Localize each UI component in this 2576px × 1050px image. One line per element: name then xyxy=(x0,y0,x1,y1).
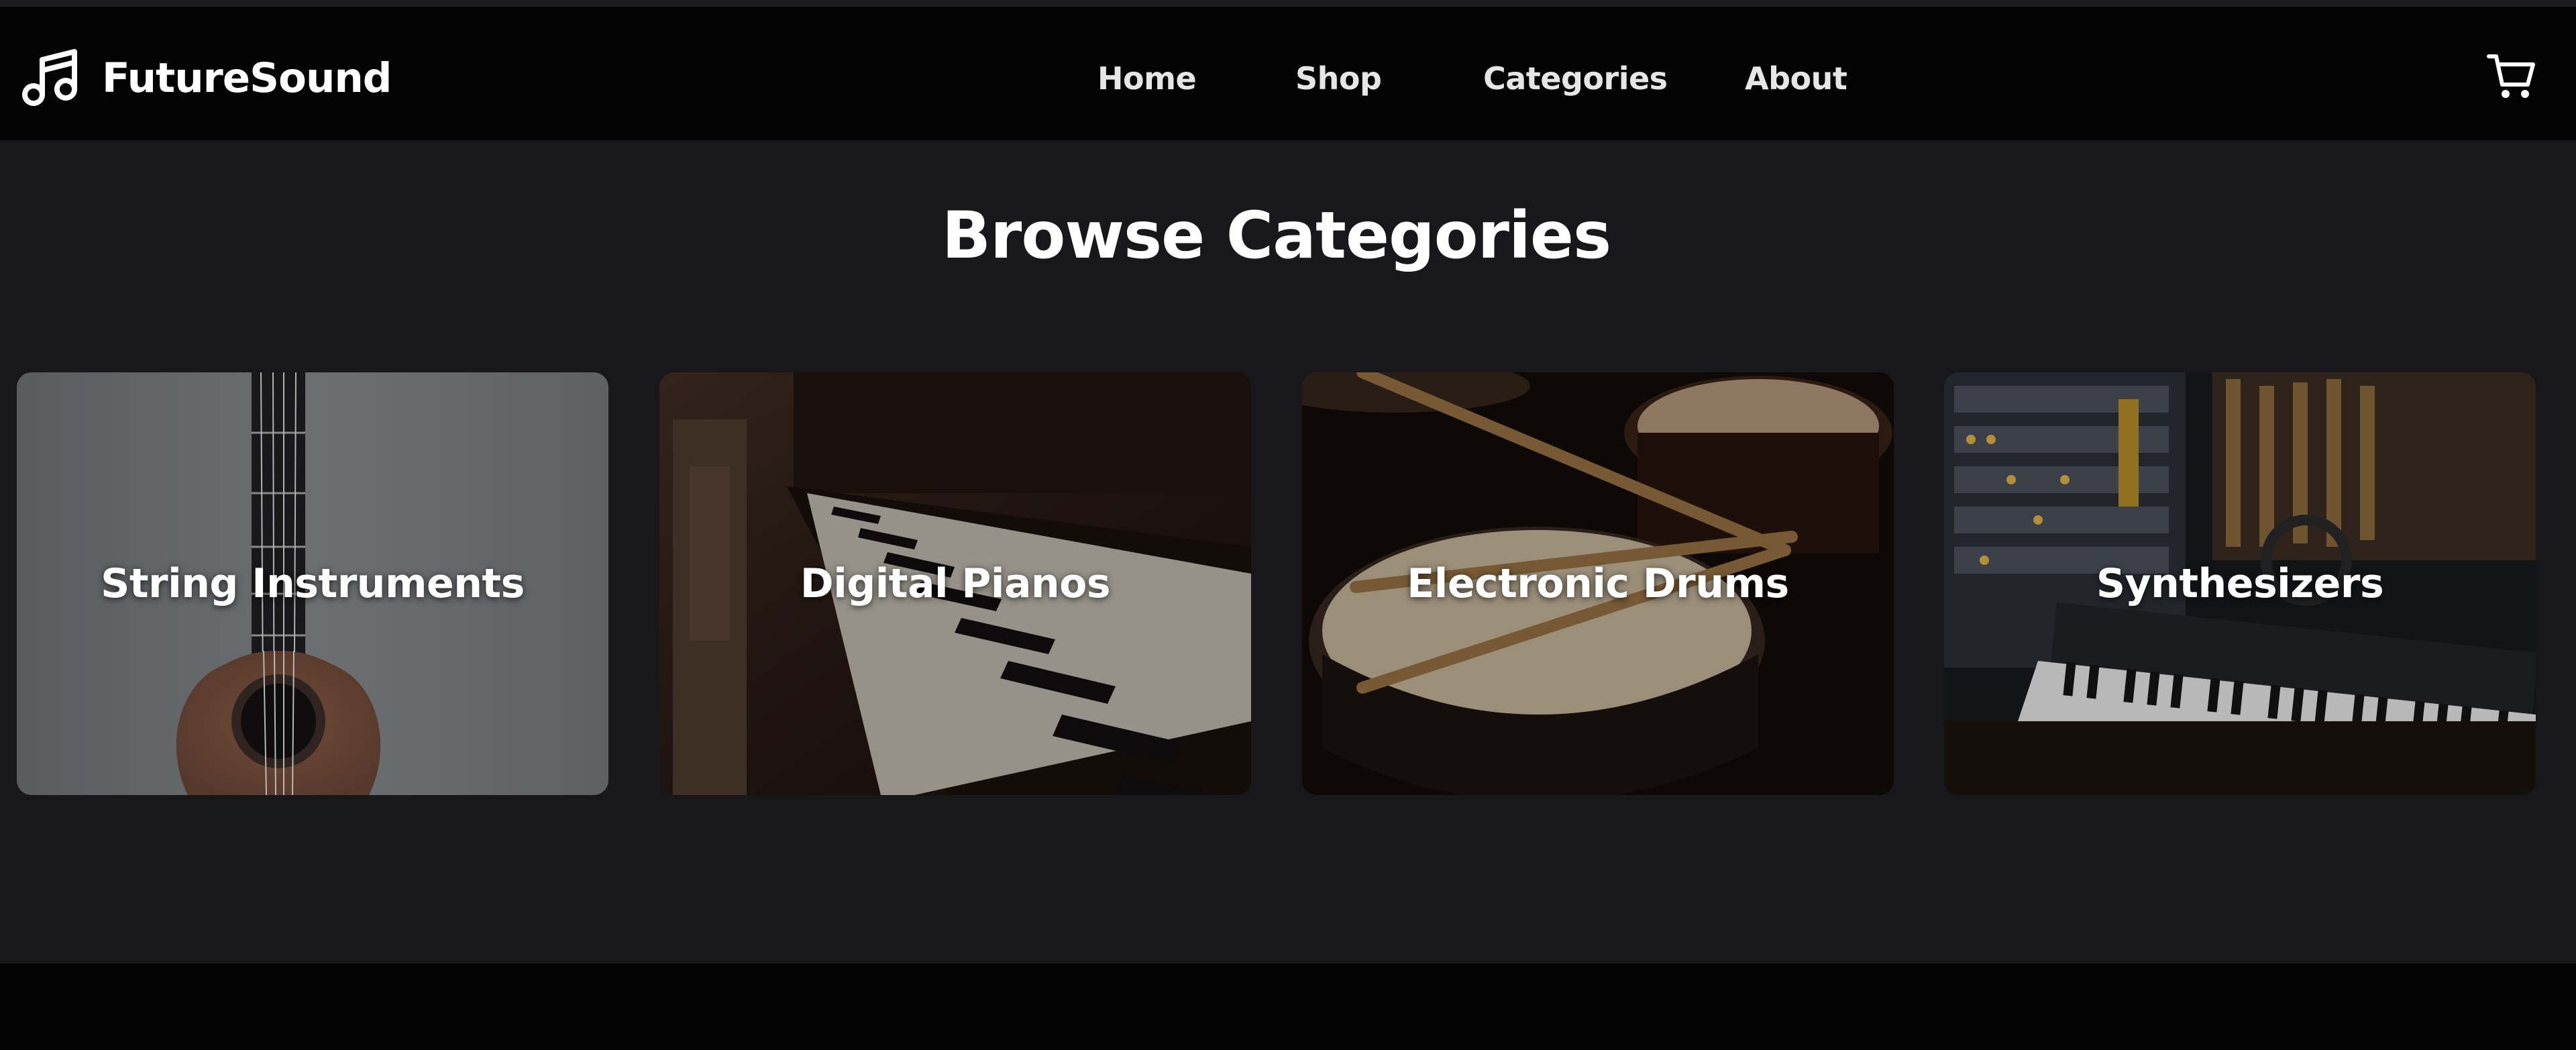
nav-shop[interactable]: Shop xyxy=(1295,60,1382,97)
category-label: Electronic Drums xyxy=(1407,560,1789,607)
main-content: Browse Categories String Instruments Dig… xyxy=(0,140,2576,963)
brand-logo[interactable]: FutureSound xyxy=(21,44,392,111)
category-card-digital-pianos[interactable]: Digital Pianos xyxy=(659,372,1251,795)
cart-button[interactable] xyxy=(2486,51,2537,102)
category-card-string-instruments[interactable]: String Instruments xyxy=(17,372,608,795)
nav-home[interactable]: Home xyxy=(1097,60,1197,97)
nav-about[interactable]: About xyxy=(1745,60,1847,97)
nav-categories[interactable]: Categories xyxy=(1483,60,1668,97)
brand-name: FutureSound xyxy=(102,54,392,102)
footer-band xyxy=(0,963,2576,1050)
navbar: FutureSound Home Shop Categories About xyxy=(0,7,2576,140)
music-note-icon xyxy=(22,49,77,106)
page-title: Browse Categories xyxy=(941,198,1611,273)
shopping-cart-icon xyxy=(2487,54,2535,98)
category-label: Digital Pianos xyxy=(800,560,1111,607)
category-card-electronic-drums[interactable]: Electronic Drums xyxy=(1302,372,1894,795)
window-top-edge xyxy=(0,0,2576,7)
category-label: Synthesizers xyxy=(2096,560,2384,607)
category-card-synthesizers[interactable]: Synthesizers xyxy=(1944,372,2536,795)
category-label: String Instruments xyxy=(101,560,525,607)
